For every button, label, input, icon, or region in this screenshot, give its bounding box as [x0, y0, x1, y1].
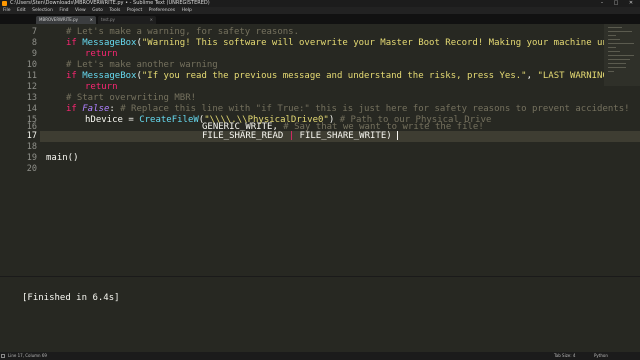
- line-number: 12: [26, 82, 37, 92]
- punctuation: :: [109, 104, 121, 114]
- tab-label: MBROVERWRITE.py: [39, 17, 78, 22]
- code-line-11: if MessageBox("If you read the previous …: [66, 71, 635, 82]
- line-number: 18: [26, 142, 37, 152]
- function-name: CreateFileW: [139, 115, 199, 125]
- text-caret: [397, 131, 399, 140]
- function-call: main(): [46, 153, 79, 163]
- tab-size-indicator[interactable]: Tab Size: 4: [554, 352, 575, 360]
- code-line-7: # Let's make a warning, for safety reaso…: [66, 27, 299, 38]
- menu-project[interactable]: Project: [127, 8, 142, 13]
- minimap[interactable]: [604, 24, 640, 86]
- keyword: return: [85, 82, 118, 92]
- tab-close-icon[interactable]: ✕: [150, 16, 153, 24]
- keyword: return: [85, 49, 118, 59]
- maximize-icon[interactable]: □: [610, 0, 622, 7]
- line-number-gutter: 7 8 9 10 11 12 13 14 15 16 17 18 19 20: [0, 24, 40, 276]
- variable: hDevice =: [85, 115, 140, 125]
- code-line-12: return: [85, 82, 118, 93]
- build-output-text: [Finished in 6.4s]: [22, 293, 120, 303]
- status-bar: Line 17, Column 69 Tab Size: 4 Python: [0, 352, 640, 360]
- window-title: C:\Users\Sten\Downloads\MBROVERWRITE.py …: [10, 0, 210, 6]
- tab-close-icon[interactable]: ✕: [90, 16, 93, 24]
- line-number: 11: [26, 71, 37, 81]
- close-icon[interactable]: ✕: [625, 0, 637, 7]
- menu-bar: File Edit Selection Find View Goto Tools…: [0, 7, 640, 14]
- constant-name: FILE_SHARE_READ: [202, 131, 289, 141]
- function-name: MessageBox: [82, 38, 137, 48]
- function-name: MessageBox: [82, 71, 137, 81]
- keyword: if: [66, 38, 83, 48]
- menu-tools[interactable]: Tools: [109, 8, 120, 13]
- string-literal: "Warning! This software will overwrite y…: [141, 38, 635, 48]
- line-number-active: 17: [26, 131, 37, 141]
- syntax-indicator[interactable]: Python: [594, 352, 608, 360]
- tab-label: test.py: [101, 17, 115, 22]
- string-literal: "If you read the previous message and un…: [141, 71, 527, 81]
- cursor-position: Line 17, Column 69: [8, 353, 47, 358]
- line-number: 13: [26, 93, 37, 103]
- menu-edit[interactable]: Edit: [17, 8, 26, 13]
- tab-mbroverwrite[interactable]: MBROVERWRITE.py ✕: [36, 16, 96, 24]
- menu-selection[interactable]: Selection: [32, 8, 53, 13]
- code-line-10: # Let's make another warning: [66, 60, 218, 71]
- code-line-9: return: [85, 49, 118, 60]
- punctuation: ,: [526, 71, 538, 81]
- sublime-app-icon: [2, 1, 7, 6]
- menu-preferences[interactable]: Preferences: [149, 8, 175, 13]
- line-number: 7: [31, 27, 37, 37]
- menu-view[interactable]: View: [75, 8, 86, 13]
- constant-name: FILE_SHARE_WRITE): [294, 131, 392, 141]
- menu-goto[interactable]: Goto: [92, 8, 103, 13]
- line-number: 14: [26, 104, 37, 114]
- line-number: 19: [26, 153, 37, 163]
- comment: # Start overwriting MBR!: [66, 93, 197, 103]
- comment: # Let's make another warning: [66, 60, 218, 70]
- build-output-panel[interactable]: [Finished in 6.4s]: [0, 276, 640, 352]
- title-bar: C:\Users\Sten\Downloads\MBROVERWRITE.py …: [0, 0, 640, 7]
- line-number: 9: [31, 49, 37, 59]
- panel-toggle-icon[interactable]: [1, 354, 5, 358]
- menu-find[interactable]: Find: [59, 8, 68, 13]
- keyword: if: [66, 104, 83, 114]
- tab-test[interactable]: test.py ✕: [98, 16, 156, 24]
- menu-file[interactable]: File: [3, 8, 11, 13]
- comment: # Let's make a warning, for safety reaso…: [66, 27, 299, 37]
- code-line-19: main(): [46, 153, 79, 164]
- code-line-13: # Start overwriting MBR!: [66, 93, 196, 104]
- code-line-8: if MessageBox("Warning! This software wi…: [66, 38, 635, 48]
- line-number: 8: [31, 38, 37, 48]
- line-number: 10: [26, 60, 37, 70]
- keyword: if: [66, 71, 83, 81]
- code-line-17: FILE_SHARE_READ | FILE_SHARE_WRITE): [202, 131, 399, 142]
- comment: # Replace this line with "if True:" this…: [120, 104, 630, 114]
- code-editor[interactable]: 7 8 9 10 11 12 13 14 15 16 17 18 19 20 #…: [0, 24, 640, 276]
- line-number: 20: [26, 164, 37, 174]
- code-line-14: if False: # Replace this line with "if T…: [66, 104, 630, 115]
- menu-help[interactable]: Help: [182, 8, 192, 13]
- tab-bar: MBROVERWRITE.py ✕ test.py ✕: [0, 14, 640, 24]
- constant: False: [82, 104, 110, 114]
- minimize-icon[interactable]: –: [596, 0, 608, 7]
